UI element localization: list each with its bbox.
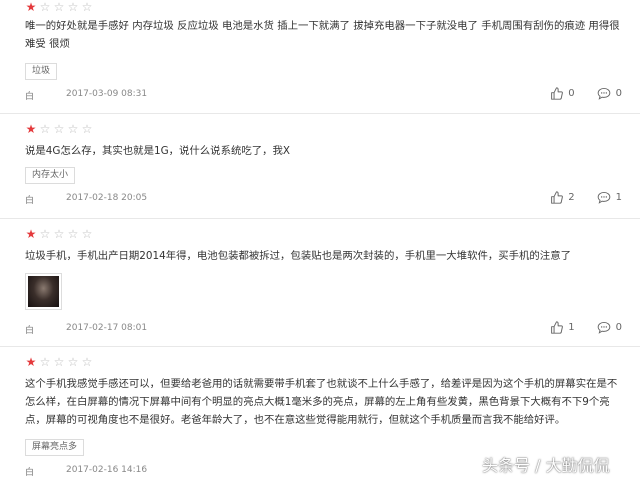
star-empty-icon: ☆: [81, 355, 93, 369]
comment-button[interactable]: 1: [597, 191, 622, 204]
star-empty-icon: ☆: [39, 122, 51, 136]
like-count: 2: [568, 192, 575, 203]
review-date: 2017-02-17 08:01: [66, 323, 148, 333]
star-rating: ★ ☆ ☆ ☆ ☆: [25, 1, 93, 13]
like-button[interactable]: 0: [550, 87, 575, 100]
product-color: 白: [25, 326, 35, 336]
review-tag[interactable]: 屏幕亮点多: [25, 439, 85, 456]
review-date: 2017-02-18 20:05: [66, 193, 148, 203]
comment-count: 0: [615, 88, 622, 99]
review-tag[interactable]: 垃圾: [25, 63, 58, 80]
product-color: 白: [25, 468, 35, 478]
like-count: 0: [568, 88, 575, 99]
review-date: 2017-02-16 14:16: [66, 465, 148, 475]
star-empty-icon: ☆: [67, 355, 79, 369]
comment-icon: [597, 87, 611, 100]
star-filled-icon: ★: [25, 122, 37, 136]
review-text: 这个手机我感觉手感还可以，但要给老爸用的话就需要带手机套了也就谈不上什么手感了，…: [25, 378, 618, 426]
star-empty-icon: ☆: [39, 355, 51, 369]
review-photo-thumbnail[interactable]: [25, 273, 62, 310]
product-color: 白: [25, 196, 35, 206]
star-empty-icon: ☆: [53, 122, 65, 136]
star-rating: ★ ☆ ☆ ☆ ☆: [25, 228, 93, 240]
review-text: 唯一的好处就是手感好 内存垃圾 反应垃圾 电池是水货 插上一下就满了 拔掉充电器…: [25, 20, 620, 50]
review-date: 2017-03-09 08:31: [66, 89, 148, 99]
star-rating: ★ ☆ ☆ ☆ ☆: [25, 356, 93, 368]
star-rating: ★ ☆ ☆ ☆ ☆: [25, 123, 93, 135]
review-text: 说是4G怎么存，其实也就是1G，说什么说系统吃了，我X: [25, 145, 291, 157]
like-button[interactable]: 2: [550, 191, 575, 204]
like-count: 1: [568, 322, 575, 333]
star-empty-icon: ☆: [67, 227, 79, 241]
star-empty-icon: ☆: [53, 0, 65, 14]
review-item: ★ ☆ ☆ ☆ ☆ 垃圾手机，手机出产日期2014年得，电池包装都被拆过，包装贴…: [0, 218, 640, 347]
star-empty-icon: ☆: [39, 0, 51, 14]
watermark: 头条号 / 大勤侃侃: [482, 456, 610, 475]
product-color: 白: [25, 92, 35, 102]
comment-button[interactable]: 0: [597, 321, 622, 334]
star-filled-icon: ★: [25, 227, 37, 241]
review-item: ★ ☆ ☆ ☆ ☆ 说是4G怎么存，其实也就是1G，说什么说系统吃了，我X 内存…: [0, 113, 640, 219]
review-photo: [28, 276, 59, 307]
comment-icon: [597, 191, 611, 204]
like-button[interactable]: 1: [550, 321, 575, 334]
comment-count: 0: [615, 322, 622, 333]
star-empty-icon: ☆: [53, 355, 65, 369]
star-empty-icon: ☆: [39, 227, 51, 241]
star-empty-icon: ☆: [53, 227, 65, 241]
star-empty-icon: ☆: [81, 122, 93, 136]
comment-icon: [597, 321, 611, 334]
star-empty-icon: ☆: [81, 0, 93, 14]
comment-button[interactable]: 0: [597, 87, 622, 100]
thumbs-up-icon: [550, 87, 564, 100]
comment-count: 1: [615, 192, 622, 203]
star-empty-icon: ☆: [67, 122, 79, 136]
review-item: ★ ☆ ☆ ☆ ☆ 唯一的好处就是手感好 内存垃圾 反应垃圾 电池是水货 插上一…: [0, 0, 640, 114]
review-tag[interactable]: 内存太小: [25, 167, 76, 184]
review-text: 垃圾手机，手机出产日期2014年得，电池包装都被拆过，包装贴也是两次封装的，手机…: [25, 250, 571, 262]
star-empty-icon: ☆: [67, 0, 79, 14]
star-filled-icon: ★: [25, 355, 37, 369]
star-empty-icon: ☆: [81, 227, 93, 241]
star-filled-icon: ★: [25, 0, 37, 14]
thumbs-up-icon: [550, 191, 564, 204]
thumbs-up-icon: [550, 321, 564, 334]
